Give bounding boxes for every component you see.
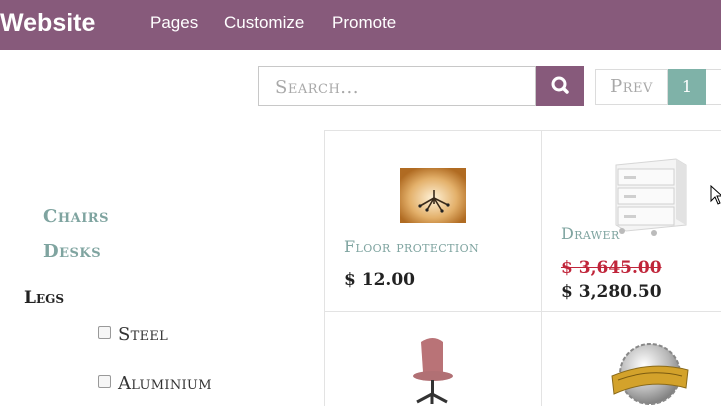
search-icon — [551, 76, 569, 94]
grid-border-left — [324, 130, 325, 406]
pager-prev[interactable]: Prev — [595, 69, 668, 105]
checkbox-label-aluminium[interactable]: Aluminium — [118, 373, 212, 394]
grid-border-top — [324, 130, 721, 131]
product-price: $ 3,280.50 — [561, 282, 662, 302]
checkbox-aluminium[interactable] — [98, 375, 111, 388]
product-name[interactable]: Drawer — [561, 224, 620, 243]
checkbox-steel[interactable] — [98, 326, 111, 339]
category-chairs[interactable]: Chairs — [43, 206, 109, 227]
chair-image[interactable] — [405, 336, 461, 406]
grid-border-middle — [541, 130, 542, 406]
search-placeholder: Search... — [275, 77, 359, 98]
drawer-image[interactable] — [610, 157, 690, 237]
product-name[interactable]: Floor protection — [344, 237, 479, 256]
menu-item-customize[interactable]: Customize — [224, 13, 304, 33]
category-desks[interactable]: Desks — [43, 241, 101, 262]
product-old-price: $ 3,645.00 — [561, 258, 662, 278]
attribute-title-legs: Legs — [24, 288, 65, 308]
grid-border-row — [324, 311, 721, 312]
search-input[interactable]: Search... — [258, 66, 536, 106]
product-price: $ 12.00 — [344, 270, 415, 290]
checkbox-label-steel[interactable]: Steel — [118, 324, 168, 345]
top-navbar: Website Pages Customize Promote — [0, 0, 721, 50]
menu-item-promote[interactable]: Promote — [332, 13, 396, 33]
menu-item-pages[interactable]: Pages — [150, 13, 198, 33]
pager-next[interactable] — [706, 69, 721, 105]
brand-logo[interactable]: Website — [0, 9, 95, 38]
warranty-badge-image[interactable] — [608, 340, 692, 406]
mouse-cursor-icon — [710, 185, 721, 205]
floor-mat-image[interactable] — [400, 168, 466, 223]
pager-page-1[interactable]: 1 — [668, 69, 706, 105]
search-button[interactable] — [536, 66, 584, 106]
